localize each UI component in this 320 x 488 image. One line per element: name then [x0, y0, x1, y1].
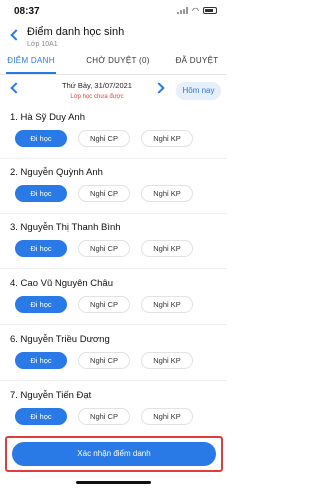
home-indicator — [76, 481, 151, 484]
list-item: 1. Hà Sỹ Duy Anh Đi học Nghỉ CP Nghỉ KP — [0, 107, 227, 163]
unexcused-absence-option[interactable]: Nghỉ KP — [141, 240, 193, 257]
present-option[interactable]: Đi học — [15, 408, 67, 425]
unexcused-absence-option[interactable]: Nghỉ KP — [141, 130, 193, 147]
divider — [0, 213, 227, 214]
status-bar: 08:37 ◠ — [0, 0, 227, 22]
student-name: 3. Nguyễn Thị Thanh Bình — [10, 222, 121, 233]
class-subtitle: Lớp 10A1 — [27, 41, 58, 48]
unexcused-absence-option[interactable]: Nghỉ KP — [141, 352, 193, 369]
present-option[interactable]: Đi học — [15, 296, 67, 313]
student-name: 2. Nguyễn Quỳnh Anh — [10, 167, 103, 178]
list-item: 4. Cao Vũ Nguyên Châu Đi học Nghỉ CP Ngh… — [0, 273, 227, 329]
back-button[interactable] — [8, 28, 22, 44]
student-name: 6. Nguyễn Triều Dương — [10, 334, 110, 345]
battery-icon — [203, 7, 217, 14]
tab-attendance[interactable]: ĐIỂM DANH — [6, 54, 56, 74]
wifi-icon: ◠ — [192, 6, 199, 15]
chevron-left-icon[interactable] — [10, 82, 22, 94]
present-option[interactable]: Đi học — [15, 240, 67, 257]
footer: Xác nhận điểm danh — [0, 430, 227, 488]
unexcused-absence-option[interactable]: Nghỉ KP — [141, 408, 193, 425]
page-title: Điểm danh học sinh — [27, 26, 125, 38]
excused-absence-option[interactable]: Nghỉ CP — [78, 352, 130, 369]
date-bar: Thứ Bảy, 31/07/2021 Lớp học chưa được Hô… — [0, 75, 227, 105]
present-option[interactable]: Đi học — [15, 352, 67, 369]
excused-absence-option[interactable]: Nghỉ CP — [78, 240, 130, 257]
tab-pending[interactable]: CHỜ DUYỆT (0) — [86, 54, 150, 74]
today-button[interactable]: Hôm nay — [176, 82, 221, 100]
list-item: 3. Nguyễn Thị Thanh Bình Đi học Nghỉ CP … — [0, 217, 227, 273]
class-status-text: Lớp học chưa được — [70, 94, 124, 100]
unexcused-absence-option[interactable]: Nghỉ KP — [141, 296, 193, 313]
divider — [0, 158, 227, 159]
student-name: 1. Hà Sỹ Duy Anh — [10, 112, 85, 123]
selected-date: Thứ Bảy, 31/07/2021 — [62, 81, 132, 90]
divider — [0, 324, 227, 325]
divider — [0, 380, 227, 381]
tab-bar: ĐIỂM DANH CHỜ DUYỆT (0) ĐÃ DUYỆT — [0, 54, 227, 74]
signal-icon — [177, 7, 189, 14]
status-time: 08:37 — [14, 6, 40, 17]
status-icons: ◠ — [177, 6, 217, 15]
excused-absence-option[interactable]: Nghỉ CP — [78, 185, 130, 202]
excused-absence-option[interactable]: Nghỉ CP — [78, 408, 130, 425]
confirm-attendance-button[interactable]: Xác nhận điểm danh — [12, 442, 216, 466]
list-item: 2. Nguyễn Quỳnh Anh Đi học Nghỉ CP Nghỉ … — [0, 162, 227, 218]
list-item: 6. Nguyễn Triều Dương Đi học Nghỉ CP Ngh… — [0, 329, 227, 385]
tab-approved[interactable]: ĐÃ DUYỆT — [172, 54, 222, 74]
excused-absence-option[interactable]: Nghỉ CP — [78, 130, 130, 147]
chevron-right-icon[interactable] — [153, 82, 165, 94]
student-name: 4. Cao Vũ Nguyên Châu — [10, 278, 113, 289]
excused-absence-option[interactable]: Nghỉ CP — [78, 296, 130, 313]
divider — [0, 268, 227, 269]
present-option[interactable]: Đi học — [15, 130, 67, 147]
student-name: 7. Nguyễn Tiến Đạt — [10, 390, 92, 401]
page-header: Điểm danh học sinh Lớp 10A1 — [0, 22, 227, 52]
unexcused-absence-option[interactable]: Nghỉ KP — [141, 185, 193, 202]
present-option[interactable]: Đi học — [15, 185, 67, 202]
